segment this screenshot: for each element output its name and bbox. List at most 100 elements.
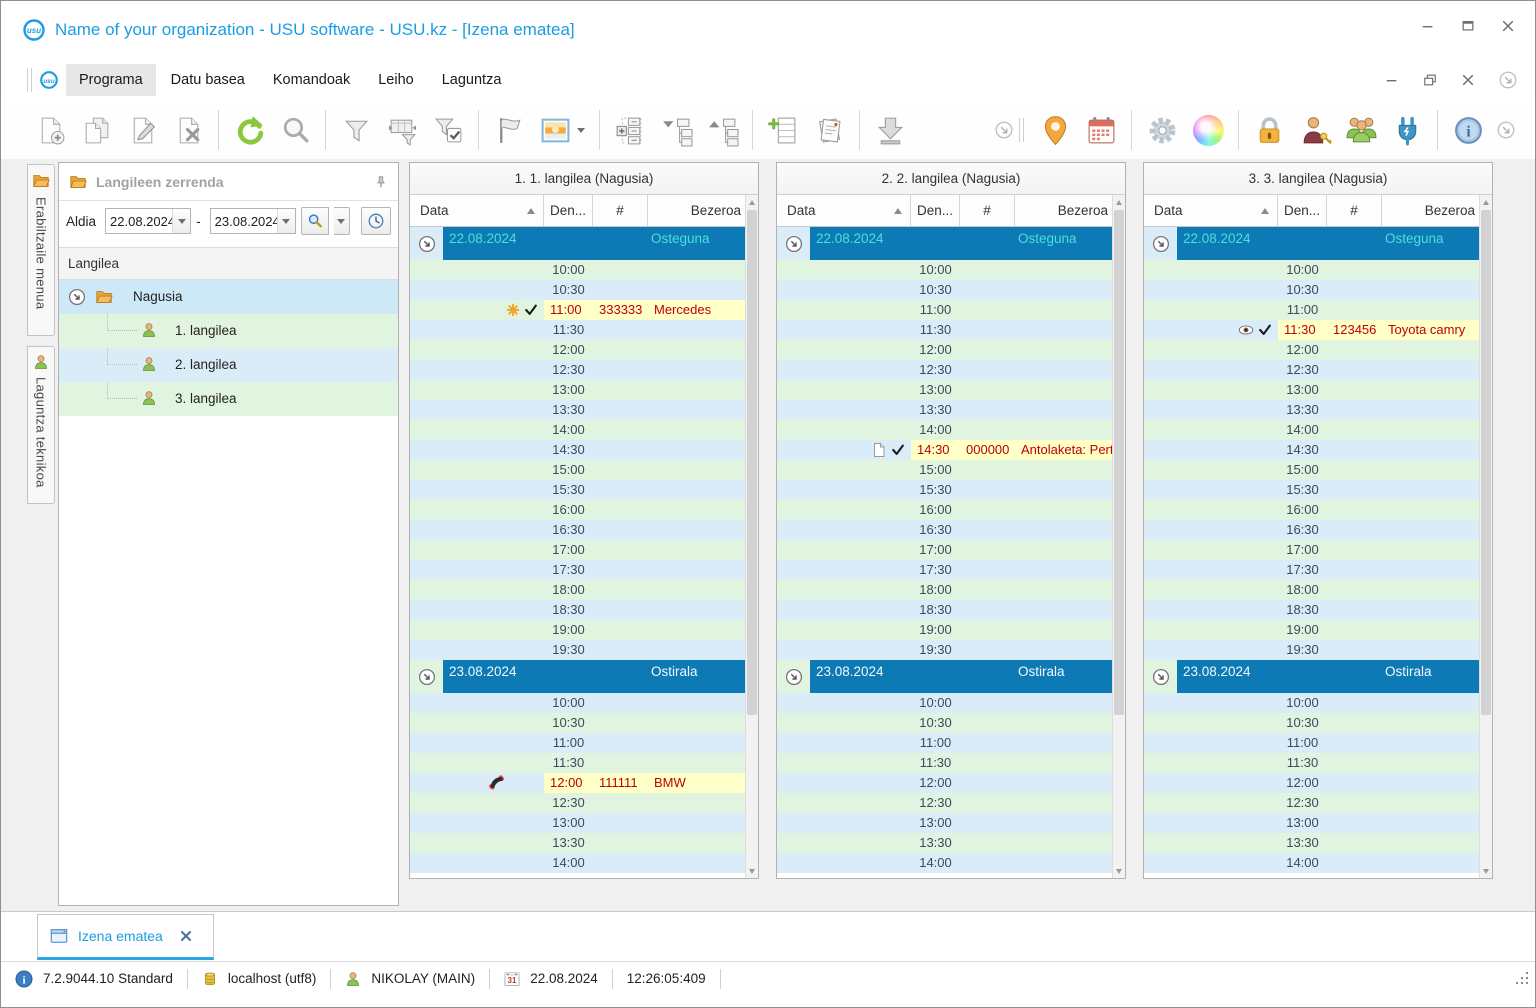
filter-columns-button[interactable] xyxy=(379,107,425,153)
appointment-entry[interactable]: 11:30 123456 Toyota camry xyxy=(1278,320,1481,340)
appointment-row[interactable]: 12:00 111111 BMW xyxy=(410,773,747,793)
time-slot-row[interactable]: 18:30 xyxy=(410,600,747,620)
resize-grip[interactable] xyxy=(1515,971,1529,985)
tree-item-1-langilea[interactable]: 1. langilea xyxy=(59,314,398,348)
appointment-entry[interactable]: 14:30 000000 Antolaketa: Perts xyxy=(911,440,1114,460)
plugin-button[interactable] xyxy=(1384,107,1430,153)
toolbar-drag-grip[interactable] xyxy=(1019,118,1024,142)
settings-button[interactable] xyxy=(1139,107,1185,153)
new-document-button[interactable] xyxy=(27,107,73,153)
user-key-button[interactable] xyxy=(1292,107,1338,153)
time-slot-row[interactable]: 19:00 xyxy=(777,620,1114,640)
refresh-button[interactable] xyxy=(226,107,272,153)
time-slot-row[interactable]: 12:00 xyxy=(410,340,747,360)
scroll-up-icon[interactable] xyxy=(1113,195,1125,209)
group-collapse-icon[interactable] xyxy=(410,660,443,693)
scroll-up-icon[interactable] xyxy=(746,195,758,209)
group-collapse-icon[interactable] xyxy=(410,227,443,260)
time-slot-row[interactable]: 10:30 xyxy=(777,280,1114,300)
time-slot-row[interactable]: 18:00 xyxy=(410,580,747,600)
image-picker-button[interactable] xyxy=(532,107,592,153)
import-button[interactable] xyxy=(867,107,913,153)
column-header-bezeroa[interactable]: Bezeroa xyxy=(1382,195,1481,226)
time-slot-row[interactable]: 10:00 xyxy=(1144,693,1481,713)
time-slot-row[interactable]: 12:00 xyxy=(777,340,1114,360)
menu-app-icon[interactable]: usu xyxy=(40,71,58,89)
day-group-row[interactable]: 22.08.2024 Osteguna xyxy=(777,227,1114,260)
flag-button[interactable] xyxy=(486,107,532,153)
time-slot-row[interactable]: 10:30 xyxy=(410,713,747,733)
time-slot-row[interactable]: 19:00 xyxy=(1144,620,1481,640)
time-slot-row[interactable]: 17:00 xyxy=(777,540,1114,560)
time-slot-row[interactable]: 17:00 xyxy=(1144,540,1481,560)
menu-drag-grip[interactable] xyxy=(27,68,32,92)
appointment-row[interactable]: 14:30 000000 Antolaketa: Perts xyxy=(777,440,1114,460)
column-header-number[interactable]: # xyxy=(593,195,648,226)
tree-collapse-button[interactable] xyxy=(699,107,745,153)
users-button[interactable] xyxy=(1338,107,1384,153)
time-slot-row[interactable]: 13:00 xyxy=(1144,813,1481,833)
day-group-row[interactable]: 23.08.2024 Ostirala xyxy=(777,660,1114,693)
group-collapse-icon[interactable] xyxy=(777,227,810,260)
time-slot-row[interactable]: 19:00 xyxy=(410,620,747,640)
add-row-button[interactable] xyxy=(760,107,806,153)
day-group-row[interactable]: 22.08.2024 Osteguna xyxy=(410,227,747,260)
time-slot-row[interactable]: 13:00 xyxy=(777,380,1114,400)
day-group-row[interactable]: 23.08.2024 Ostirala xyxy=(410,660,747,693)
time-filter-button[interactable] xyxy=(360,207,391,235)
maximize-button[interactable] xyxy=(1459,17,1477,35)
time-slot-row[interactable]: 14:30 xyxy=(1144,440,1481,460)
time-slot-row[interactable]: 10:30 xyxy=(777,713,1114,733)
menu-item-programa[interactable]: Programa xyxy=(66,64,156,96)
column-header-data[interactable]: Data xyxy=(410,195,544,226)
column-header-data[interactable]: Data xyxy=(1144,195,1278,226)
day-group-row[interactable]: 23.08.2024 Ostirala xyxy=(1144,660,1481,693)
time-slot-row[interactable]: 16:30 xyxy=(410,520,747,540)
scroll-down-icon[interactable] xyxy=(746,864,758,878)
sidebar-tab-user-menu[interactable]: Erabiltzaile menua xyxy=(27,164,55,336)
time-slot-row[interactable]: 18:00 xyxy=(777,580,1114,600)
time-slot-row[interactable]: 14:00 xyxy=(777,853,1114,873)
time-slot-row[interactable]: 12:30 xyxy=(1144,793,1481,813)
minimize-button[interactable] xyxy=(1419,17,1437,35)
vertical-scrollbar[interactable] xyxy=(745,195,758,878)
time-slot-row[interactable]: 11:00 xyxy=(777,733,1114,753)
time-slot-row[interactable]: 17:00 xyxy=(410,540,747,560)
time-slot-row[interactable]: 14:30 xyxy=(410,440,747,460)
day-group-row[interactable]: 22.08.2024 Osteguna xyxy=(1144,227,1481,260)
time-slot-row[interactable]: 15:30 xyxy=(777,480,1114,500)
time-slot-row[interactable]: 15:30 xyxy=(1144,480,1481,500)
time-slot-row[interactable]: 11:00 xyxy=(777,300,1114,320)
search-options-button[interactable] xyxy=(333,207,350,235)
map-pin-button[interactable] xyxy=(1032,107,1078,153)
time-slot-row[interactable]: 13:00 xyxy=(410,813,747,833)
time-slot-row[interactable]: 10:30 xyxy=(1144,713,1481,733)
vertical-scrollbar[interactable] xyxy=(1479,195,1492,878)
copy-document-button[interactable] xyxy=(73,107,119,153)
time-slot-row[interactable]: 19:30 xyxy=(777,640,1114,660)
time-slot-row[interactable]: 10:00 xyxy=(1144,260,1481,280)
time-slot-row[interactable]: 16:30 xyxy=(777,520,1114,540)
group-collapse-icon[interactable] xyxy=(1144,227,1177,260)
time-slot-row[interactable]: 16:30 xyxy=(1144,520,1481,540)
time-slot-row[interactable]: 11:00 xyxy=(1144,733,1481,753)
menu-item-komandoak[interactable]: Komandoak xyxy=(260,64,363,96)
scrollbar-thumb[interactable] xyxy=(747,210,757,716)
time-slot-row[interactable]: 13:00 xyxy=(1144,380,1481,400)
info-button[interactable]: i xyxy=(1445,107,1491,153)
time-slot-row[interactable]: 14:00 xyxy=(410,420,747,440)
scrollbar-thumb[interactable] xyxy=(1481,210,1491,716)
time-slot-row[interactable]: 11:30 xyxy=(410,320,747,340)
time-slot-row[interactable]: 13:00 xyxy=(410,380,747,400)
pin-icon[interactable] xyxy=(374,175,388,189)
time-slot-row[interactable]: 14:00 xyxy=(777,420,1114,440)
time-slot-row[interactable]: 15:30 xyxy=(410,480,747,500)
tree-item-nagusia[interactable]: Nagusia xyxy=(59,280,398,314)
time-slot-row[interactable]: 16:00 xyxy=(777,500,1114,520)
time-slot-row[interactable]: 13:30 xyxy=(777,400,1114,420)
time-slot-row[interactable]: 10:00 xyxy=(777,260,1114,280)
date-to-combobox[interactable]: 23.08.2024 xyxy=(209,208,296,234)
scroll-down-icon[interactable] xyxy=(1113,864,1125,878)
time-slot-row[interactable]: 11:30 xyxy=(1144,753,1481,773)
time-slot-row[interactable]: 11:00 xyxy=(410,733,747,753)
